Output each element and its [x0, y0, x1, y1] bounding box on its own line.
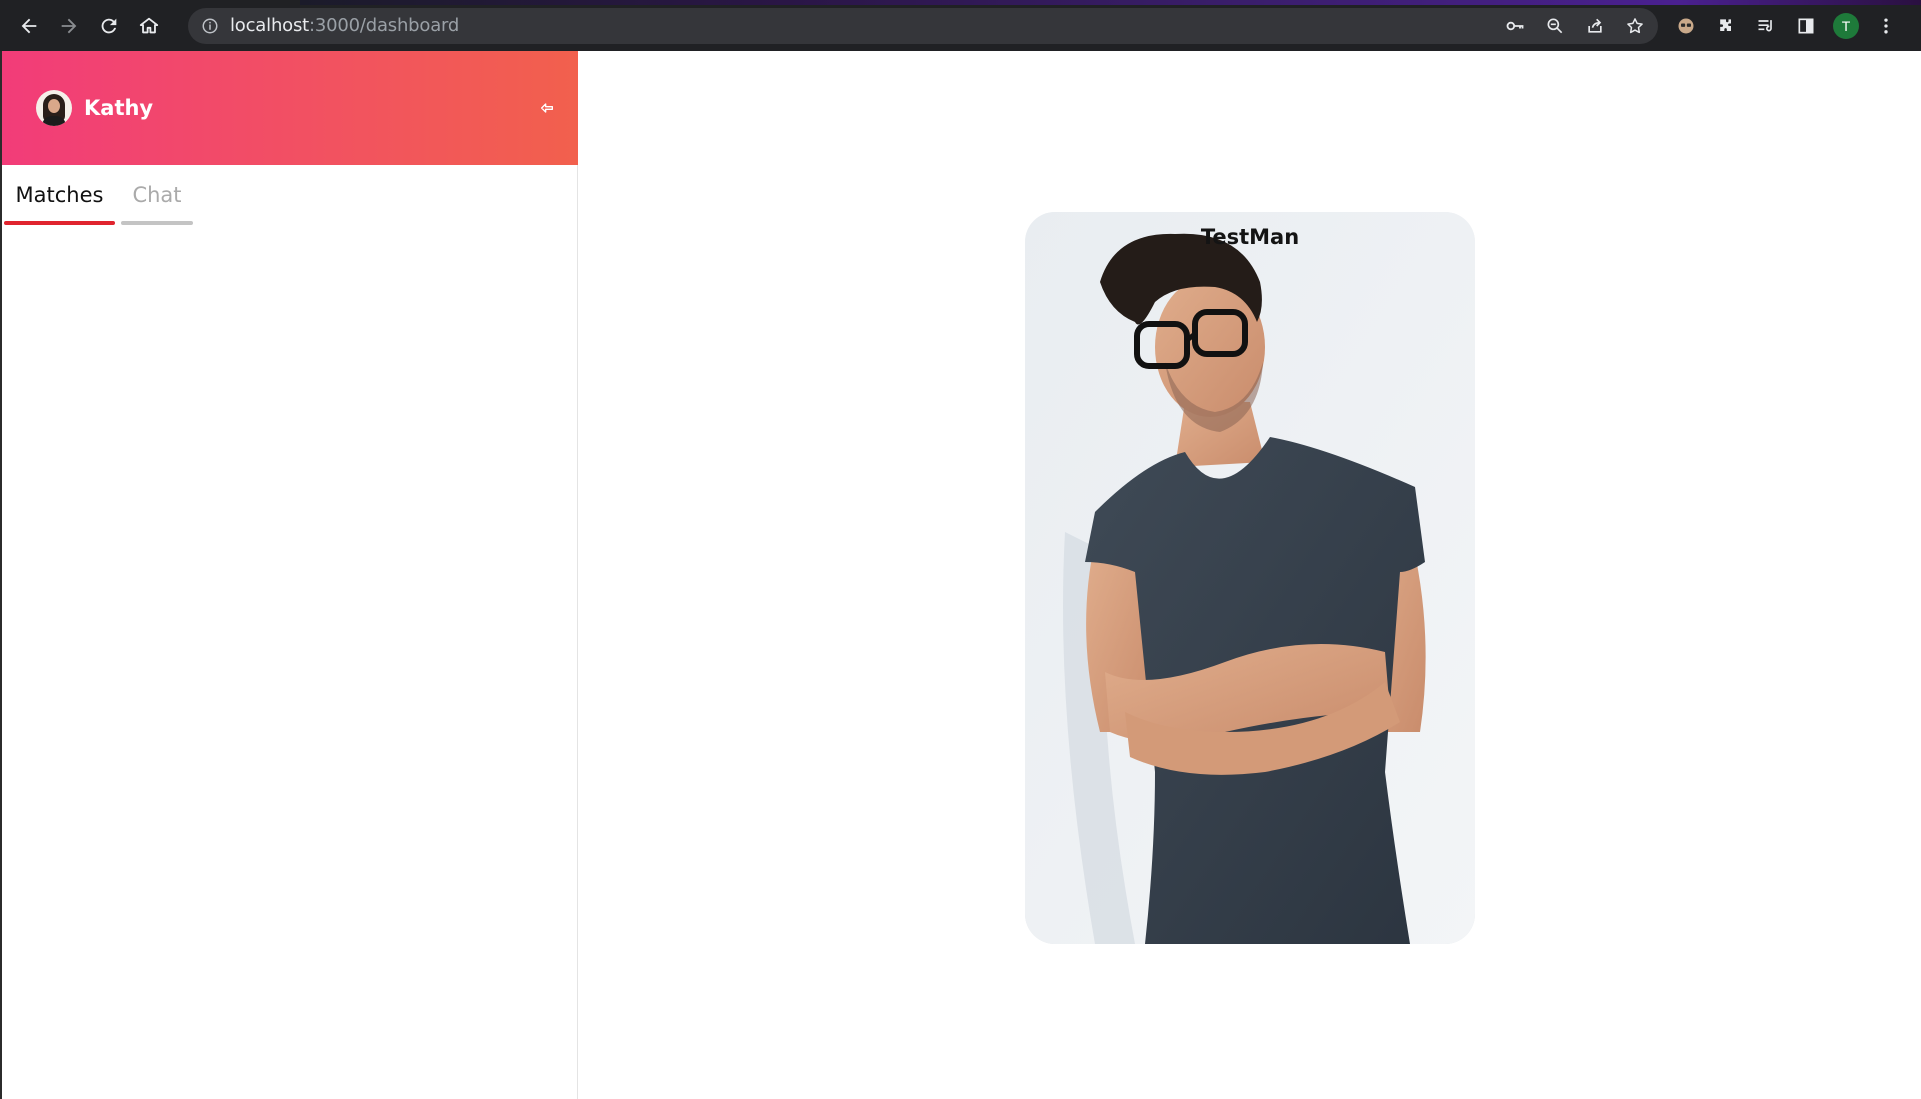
info-icon[interactable]	[200, 16, 220, 36]
back-arrow-icon[interactable]	[9, 6, 49, 46]
home-icon[interactable]	[129, 6, 169, 46]
tab-matches-underline	[4, 221, 115, 225]
tab-chat-underline	[121, 221, 193, 225]
dashboard-page: Kathy Matches Chat TestMan	[0, 51, 1921, 1099]
address-bar[interactable]: localhost:3000/dashboard	[188, 7, 1658, 44]
zoom-out-icon[interactable]	[1542, 13, 1568, 39]
browser-toolbar: localhost:3000/dashboard T	[0, 0, 1921, 51]
sidebar-tabs: Matches Chat	[2, 165, 578, 235]
tab-matches-label: Matches	[15, 183, 104, 207]
omnibox-actions	[1502, 13, 1658, 39]
tab-chat-label: Chat	[132, 183, 182, 207]
navigation-buttons	[9, 6, 169, 46]
star-icon[interactable]	[1622, 13, 1648, 39]
profile-card[interactable]: TestMan	[1025, 212, 1475, 944]
sidebar: Kathy Matches Chat	[2, 51, 578, 1099]
side-panel-icon[interactable]	[1792, 12, 1820, 40]
share-icon[interactable]	[1582, 13, 1608, 39]
kebab-menu-icon[interactable]	[1872, 12, 1900, 40]
card-name: TestMan	[1200, 225, 1300, 249]
tab-strip-edge	[300, 0, 1921, 5]
url-host: localhost	[230, 15, 309, 36]
extension-icon[interactable]	[1672, 12, 1700, 40]
user-avatar[interactable]	[36, 90, 72, 126]
tab-matches[interactable]: Matches	[4, 165, 115, 225]
reload-icon[interactable]	[89, 6, 129, 46]
forward-arrow-icon[interactable]	[49, 6, 89, 46]
url-path: :3000/dashboard	[309, 15, 460, 36]
toolbar-extensions: T	[1672, 12, 1900, 40]
profile-avatar[interactable]: T	[1832, 12, 1860, 40]
key-icon[interactable]	[1502, 13, 1528, 39]
profile-initial: T	[1833, 12, 1859, 39]
logout-icon[interactable]	[538, 99, 556, 117]
media-control-icon[interactable]	[1752, 12, 1780, 40]
url-text[interactable]: localhost:3000/dashboard	[230, 15, 459, 36]
tab-chat[interactable]: Chat	[121, 165, 193, 225]
user-name: Kathy	[84, 96, 154, 120]
puzzle-icon[interactable]	[1712, 12, 1740, 40]
profile-photo	[1025, 212, 1475, 944]
sidebar-header: Kathy	[2, 51, 578, 165]
